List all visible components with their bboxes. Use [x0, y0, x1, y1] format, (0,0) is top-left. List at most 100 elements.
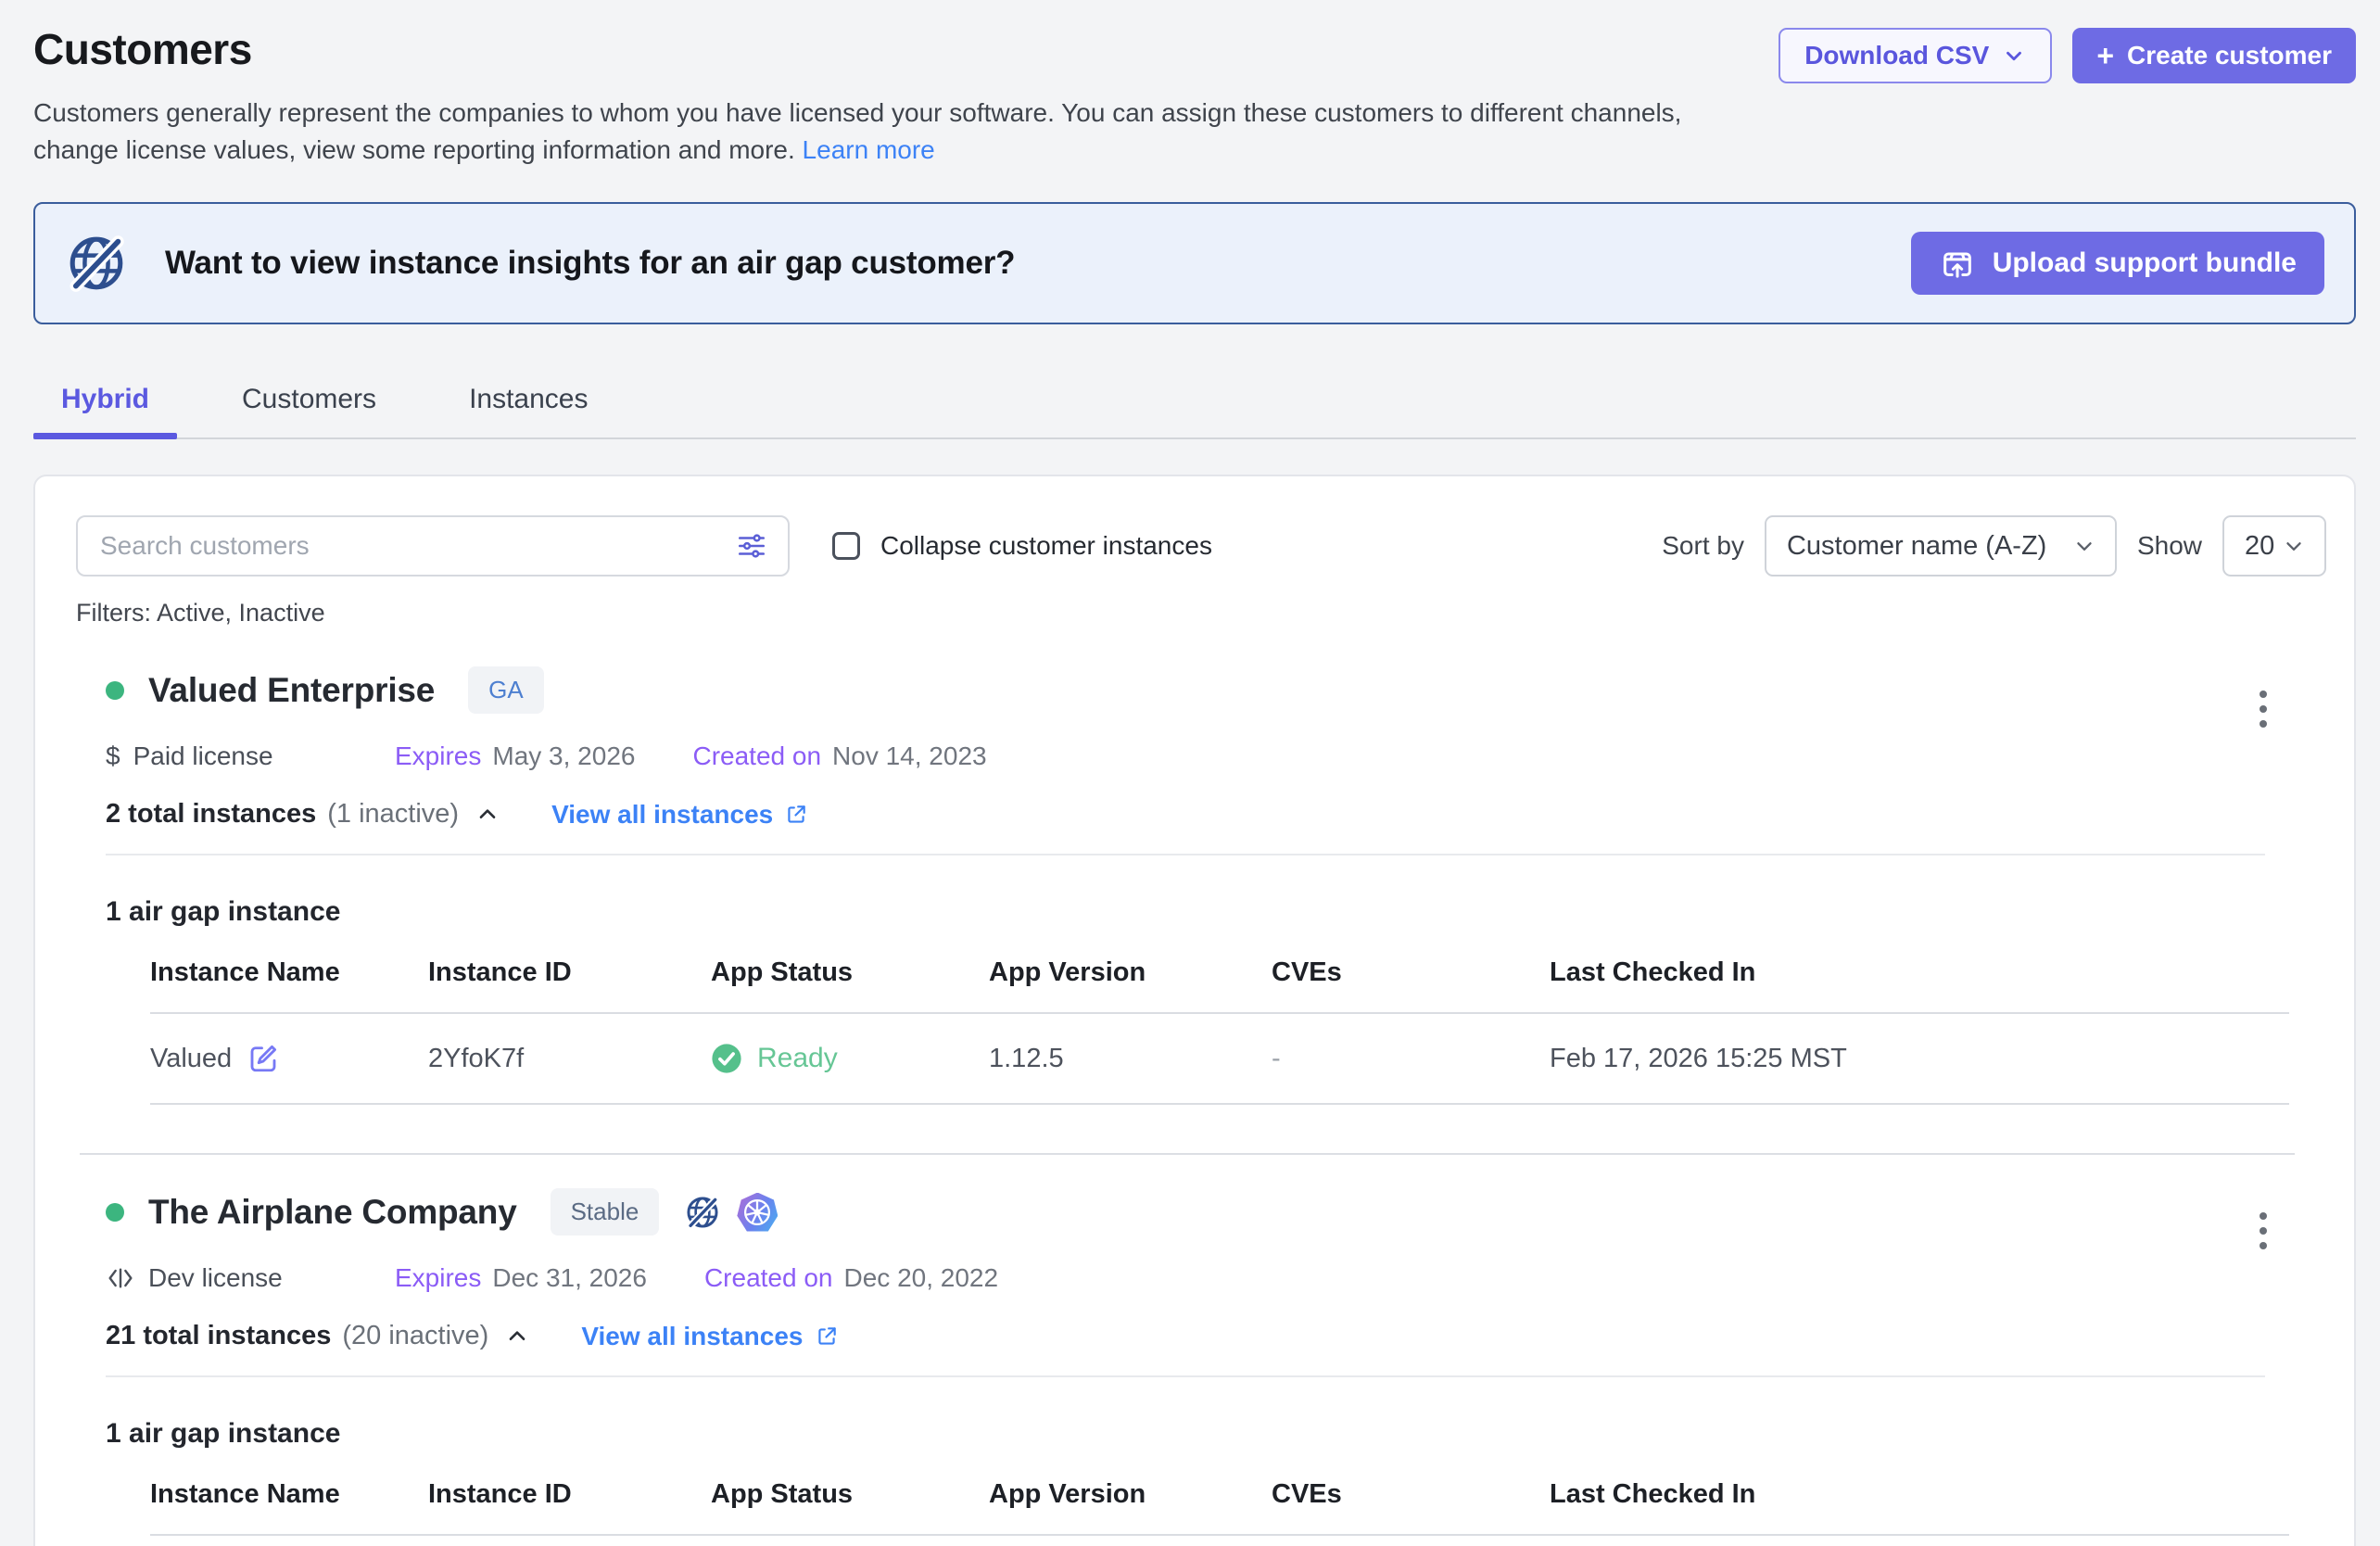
external-link-icon	[815, 1324, 839, 1349]
download-csv-label: Download CSV	[1804, 41, 1989, 70]
expires-label: Expires	[395, 1263, 481, 1293]
upload-support-bundle-label: Upload support bundle	[1993, 247, 2297, 279]
inactive-instances: (1 inactive)	[327, 799, 459, 830]
download-csv-button[interactable]: Download CSV	[1779, 28, 2052, 83]
col-app-status: App Status	[711, 957, 989, 988]
page-header-left: Customers Customers generally represent …	[33, 24, 1692, 169]
view-all-instances-link[interactable]: View all instances	[581, 1322, 838, 1351]
airgap-globe-icon	[63, 230, 130, 297]
create-customer-button[interactable]: + Create customer	[2072, 28, 2356, 83]
license-row: $ Paid license Expires May 3, 2026 Creat…	[106, 741, 2326, 771]
external-link-icon	[784, 803, 808, 827]
collapse-caret-icon[interactable]	[475, 803, 500, 827]
col-instance-name: Instance Name	[150, 957, 428, 988]
view-all-instances-label: View all instances	[551, 800, 773, 830]
col-last-checked-in: Last Checked In	[1550, 957, 2289, 988]
col-instance-id: Instance ID	[428, 1479, 711, 1510]
learn-more-link[interactable]: Learn more	[803, 135, 935, 164]
filter-sliders-icon[interactable]	[736, 530, 767, 562]
license-type: Dev license	[106, 1263, 395, 1293]
expires-value: May 3, 2026	[492, 741, 635, 771]
tab-instances[interactable]: Instances	[441, 369, 615, 437]
col-last-checked-in: Last Checked In	[1550, 1479, 2289, 1510]
license-type-label: Dev license	[148, 1263, 283, 1293]
expires-group: Expires Dec 31, 2026	[395, 1263, 647, 1293]
collapse-caret-icon[interactable]	[505, 1324, 529, 1349]
upload-icon	[1939, 245, 1976, 282]
divider	[106, 1375, 2265, 1377]
total-instances: 21 total instances	[106, 1321, 331, 1351]
plus-icon: +	[2096, 41, 2114, 70]
table-header-row: Instance Name Instance ID App Status App…	[150, 1479, 2289, 1536]
instance-name: Valued	[150, 1044, 232, 1074]
customer-block-airplane-company: The Airplane Company Stable	[76, 1188, 2326, 1536]
col-cves: CVEs	[1272, 1479, 1550, 1510]
collapse-checkbox[interactable]	[832, 532, 860, 560]
customer-header: Valued Enterprise GA	[106, 666, 2326, 714]
airgap-instance-heading: 1 air gap instance	[106, 896, 2326, 928]
col-instance-name: Instance Name	[150, 1479, 428, 1510]
tab-customers[interactable]: Customers	[214, 369, 404, 437]
show-select[interactable]: 20	[2222, 515, 2326, 577]
banner-title: Want to view instance insights for an ai…	[165, 245, 1015, 282]
customer-name[interactable]: Valued Enterprise	[148, 671, 435, 710]
upload-support-bundle-button[interactable]: Upload support bundle	[1911, 232, 2324, 295]
expires-group: Expires May 3, 2026	[395, 741, 635, 771]
page-title: Customers	[33, 24, 1692, 74]
tab-hybrid[interactable]: Hybrid	[33, 369, 177, 437]
col-app-status: App Status	[711, 1479, 989, 1510]
instance-name-cell: Valued	[150, 1042, 428, 1075]
table-header-row: Instance Name Instance ID App Status App…	[150, 957, 2289, 1014]
ready-check-icon	[711, 1043, 742, 1074]
search-input[interactable]	[100, 531, 736, 561]
instances-summary-row: 21 total instances (20 inactive) View al…	[106, 1321, 2326, 1351]
col-app-version: App Version	[989, 1479, 1272, 1510]
collapse-instances-toggle[interactable]: Collapse customer instances	[832, 531, 1212, 561]
page-header: Customers Customers generally represent …	[0, 0, 2380, 169]
airgap-instance-heading: 1 air gap instance	[106, 1418, 2326, 1450]
instance-id-cell: 2YfoK7f	[428, 1044, 711, 1074]
instances-table: Instance Name Instance ID App Status App…	[150, 1479, 2289, 1536]
col-cves: CVEs	[1272, 957, 1550, 988]
customer-menu-button[interactable]	[2254, 685, 2272, 733]
airgap-banner: Want to view instance insights for an ai…	[33, 202, 2356, 324]
customer-name[interactable]: The Airplane Company	[148, 1193, 517, 1232]
expires-value: Dec 31, 2026	[492, 1263, 647, 1293]
header-actions: Download CSV + Create customer	[1779, 24, 2356, 83]
show-select-value: 20	[2245, 531, 2274, 562]
active-filters-text: Filters: Active, Inactive	[76, 599, 2326, 627]
instances-summary-row: 2 total instances (1 inactive) View all …	[106, 799, 2326, 830]
search-customers-box	[76, 515, 790, 577]
page-description: Customers generally represent the compan…	[33, 95, 1692, 169]
customer-block-valued-enterprise: Valued Enterprise GA $ Paid license Expi…	[76, 666, 2326, 1105]
cves-cell: -	[1272, 1044, 1550, 1074]
created-group: Created on Nov 14, 2023	[692, 741, 986, 771]
license-type: $ Paid license	[106, 741, 395, 771]
collapse-label: Collapse customer instances	[880, 531, 1212, 561]
customer-menu-button[interactable]	[2254, 1207, 2272, 1255]
instances-table: Instance Name Instance ID App Status App…	[150, 957, 2289, 1105]
customers-card: Collapse customer instances Sort by Cust…	[33, 475, 2356, 1546]
col-instance-id: Instance ID	[428, 957, 711, 988]
created-on-value: Nov 14, 2023	[832, 741, 987, 771]
channel-badge: Stable	[551, 1188, 660, 1236]
expires-label: Expires	[395, 741, 481, 771]
created-group: Created on Dec 20, 2022	[704, 1263, 998, 1293]
app-version-cell: 1.12.5	[989, 1044, 1272, 1074]
view-all-instances-link[interactable]: View all instances	[551, 800, 808, 830]
col-app-version: App Version	[989, 957, 1272, 988]
active-status-dot	[106, 681, 124, 700]
app-status-cell: Ready	[711, 1043, 989, 1074]
sort-select[interactable]: Customer name (A-Z)	[1765, 515, 2117, 577]
active-status-dot	[106, 1203, 124, 1222]
chevron-down-icon	[2282, 534, 2306, 558]
create-customer-label: Create customer	[2127, 41, 2332, 70]
edit-icon[interactable]	[247, 1042, 280, 1075]
sort-by-label: Sort by	[1662, 531, 1744, 561]
divider	[106, 854, 2265, 855]
chevron-down-icon	[2002, 44, 2026, 68]
total-instances: 2 total instances	[106, 799, 316, 830]
customer-section-divider	[80, 1153, 2295, 1155]
view-all-instances-label: View all instances	[581, 1322, 803, 1351]
tab-bar: Hybrid Customers Instances	[33, 369, 2356, 439]
